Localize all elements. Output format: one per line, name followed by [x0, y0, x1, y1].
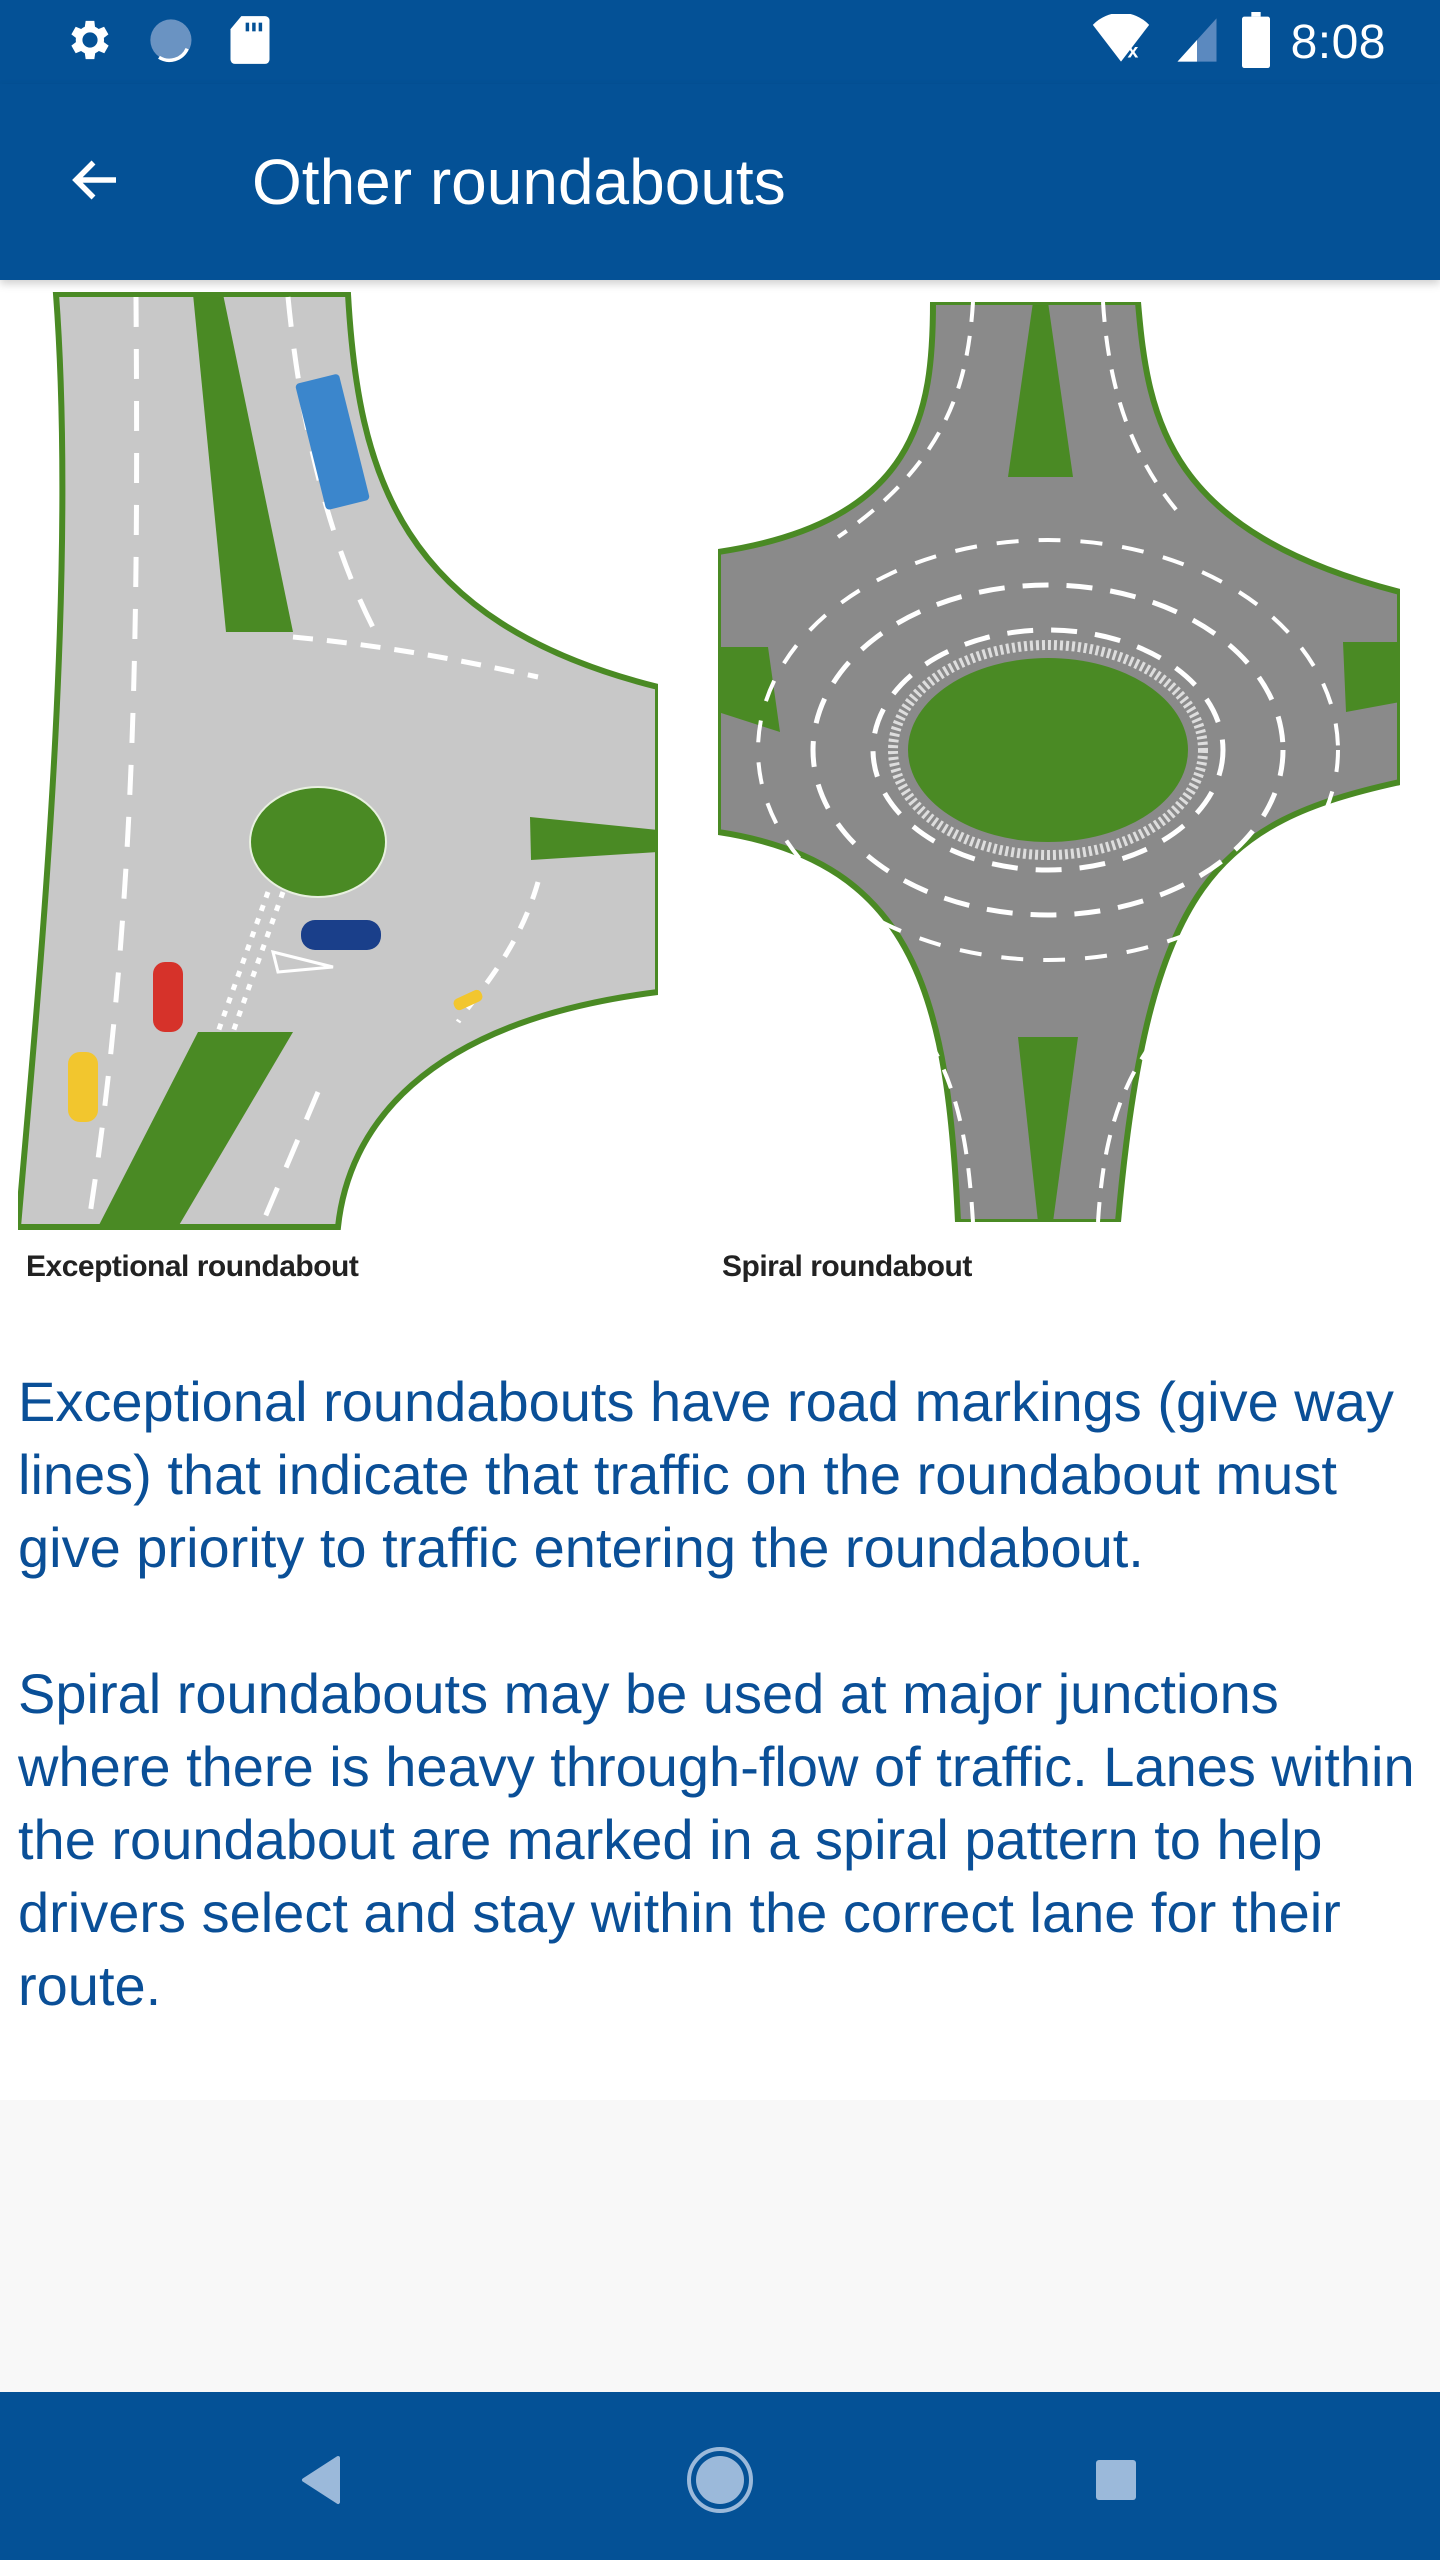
sd-card-icon [228, 14, 272, 71]
nav-back-icon [298, 2454, 342, 2511]
paragraph-exceptional: Exceptional roundabouts have road markin… [18, 1370, 1394, 1579]
back-button[interactable] [48, 134, 144, 230]
svg-text:x: x [1127, 40, 1138, 62]
app-bar: Other roundabouts [0, 84, 1440, 280]
gear-icon [64, 14, 116, 71]
content-area: Exceptional roundabout Spiral roundabout… [0, 280, 1440, 2100]
clock: 8:08 [1290, 15, 1386, 69]
left-caption: Exceptional roundabout [26, 1250, 359, 1283]
status-bar: x 8:08 [0, 0, 1440, 84]
article-body: Exceptional roundabouts have road markin… [18, 1365, 1418, 2022]
nav-recents-button[interactable] [1066, 2432, 1166, 2532]
sync-progress-icon [146, 14, 198, 71]
nav-home-icon [685, 2445, 755, 2520]
spiral-roundabout-image [718, 302, 1400, 1222]
battery-icon [1241, 11, 1271, 73]
cell-signal-icon [1173, 14, 1221, 71]
nav-recents-icon [1092, 2456, 1140, 2509]
nav-back-button[interactable] [270, 2432, 370, 2532]
exceptional-roundabout-image [18, 292, 658, 1230]
right-caption: Spiral roundabout [722, 1250, 972, 1283]
wifi-off-icon: x [1089, 12, 1153, 71]
roundabout-illustration: Exceptional roundabout Spiral roundabout [0, 280, 1440, 1310]
arrow-back-icon [66, 150, 126, 215]
page-title: Other roundabouts [252, 146, 786, 218]
system-nav-bar [0, 2392, 1440, 2560]
paragraph-spiral: Spiral roundabouts may be used at major … [18, 1662, 1415, 2017]
nav-home-button[interactable] [670, 2432, 770, 2532]
